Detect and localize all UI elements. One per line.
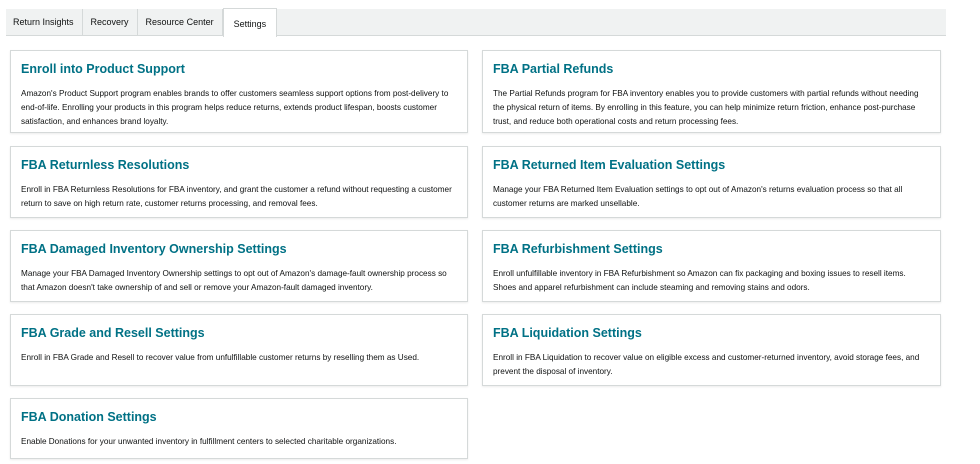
card-description: Manage your FBA Damaged Inventory Owners… — [21, 269, 447, 292]
card-description: Enable Donations for your unwanted inven… — [21, 437, 397, 446]
card-grade-and-resell[interactable]: FBA Grade and Resell Settings Enroll in … — [10, 314, 468, 386]
card-returnless-resolutions[interactable]: FBA Returnless Resolutions Enroll in FBA… — [10, 146, 468, 218]
tab-resource-center[interactable]: Resource Center — [138, 9, 223, 35]
card-title[interactable]: FBA Donation Settings — [21, 410, 457, 425]
card-returned-item-evaluation[interactable]: FBA Returned Item Evaluation Settings Ma… — [482, 146, 941, 218]
card-refurbishment[interactable]: FBA Refurbishment Settings Enroll unfulf… — [482, 230, 941, 302]
card-description: Enroll in FBA Grade and Resell to recove… — [21, 353, 420, 362]
card-title[interactable]: FBA Returned Item Evaluation Settings — [493, 158, 930, 173]
card-title[interactable]: FBA Returnless Resolutions — [21, 158, 457, 173]
card-description: Manage your FBA Returned Item Evaluation… — [493, 185, 903, 208]
card-title[interactable]: FBA Liquidation Settings — [493, 326, 930, 341]
tab-return-insights[interactable]: Return Insights — [6, 9, 83, 35]
card-title[interactable]: FBA Damaged Inventory Ownership Settings — [21, 242, 457, 257]
card-description: Enroll in FBA Returnless Resolutions for… — [21, 185, 452, 208]
card-title[interactable]: FBA Refurbishment Settings — [493, 242, 930, 257]
card-description: Enroll in FBA Liquidation to recover val… — [493, 353, 920, 376]
card-description: Amazon's Product Support program enables… — [21, 89, 449, 126]
tab-settings[interactable]: Settings — [222, 8, 278, 37]
card-title[interactable]: FBA Partial Refunds — [493, 62, 930, 77]
card-description: Enroll unfulfillable inventory in FBA Re… — [493, 269, 906, 292]
card-description: The Partial Refunds program for FBA inve… — [493, 89, 919, 126]
tab-bar: Return Insights Recovery Resource Center… — [6, 8, 946, 37]
card-donation[interactable]: FBA Donation Settings Enable Donations f… — [10, 398, 468, 459]
card-damaged-inventory-ownership[interactable]: FBA Damaged Inventory Ownership Settings… — [10, 230, 468, 302]
card-partial-refunds[interactable]: FBA Partial Refunds The Partial Refunds … — [482, 50, 941, 133]
card-liquidation[interactable]: FBA Liquidation Settings Enroll in FBA L… — [482, 314, 941, 386]
card-product-support[interactable]: Enroll into Product Support Amazon's Pro… — [10, 50, 468, 133]
card-title[interactable]: FBA Grade and Resell Settings — [21, 326, 457, 341]
card-title[interactable]: Enroll into Product Support — [21, 62, 457, 77]
tab-recovery[interactable]: Recovery — [83, 9, 138, 35]
